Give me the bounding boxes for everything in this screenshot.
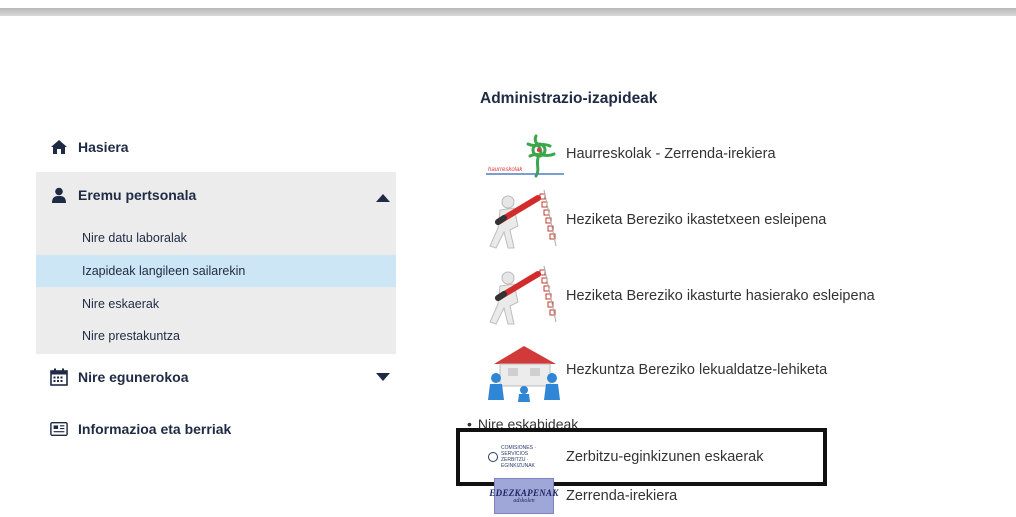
sidebar-item-eremu-pertsonala[interactable]: Eremu pertsonala	[36, 172, 396, 218]
top-bar	[0, 8, 1016, 16]
app-heziketa-ikasturte[interactable]: Heziketa Bereziko ikasturte hasierako es…	[484, 262, 875, 330]
page-title: Administrazio-izapideak	[480, 90, 658, 107]
submenu-item-eskaerak[interactable]: Nire eskaerak	[36, 288, 396, 320]
submenu-eremu-pertsonala: Nire datu laboralak Izapideak langileen …	[36, 218, 396, 354]
submenu-item-izapideak[interactable]: Izapideak langileen sailarekin	[36, 255, 396, 287]
app-heziketa-ikastetxeen[interactable]: Heziketa Bereziko ikastetxeen esleipena	[484, 186, 826, 254]
app-haurreskolak[interactable]: haurreskolak Haurreskolak - Zerrenda-ire…	[484, 130, 776, 178]
haurreskolak-logo-icon: haurreskolak	[484, 130, 564, 178]
figure-with-pencil-icon	[484, 186, 564, 254]
submenu-item-datu-laboralak[interactable]: Nire datu laboralak	[36, 222, 396, 254]
app-label: Haurreskolak - Zerrenda-irekiera	[566, 146, 776, 162]
newspaper-icon	[50, 420, 68, 438]
user-icon	[50, 186, 68, 204]
sidebar-item-label: Nire egunerokoa	[78, 369, 189, 385]
edezkapenak-logo-icon: EDEZKAPENAK adskolen	[484, 478, 564, 514]
chevron-down-icon[interactable]	[376, 373, 390, 381]
sidebar-item-label: Hasiera	[78, 139, 129, 155]
app-label: Heziketa Bereziko ikastetxeen esleipena	[566, 212, 827, 228]
app-label: Heziketa Bereziko ikasturte hasierako es…	[566, 288, 875, 304]
calendar-icon	[50, 368, 68, 386]
figures-carrying-house-icon	[484, 338, 564, 402]
sidebar-item-label: Eremu pertsonala	[78, 187, 197, 203]
figure-with-pencil-icon	[484, 262, 564, 330]
svg-text:haurreskolak: haurreskolak	[488, 167, 523, 173]
request-label: Zerrenda-irekiera	[566, 488, 678, 504]
chevron-up-icon[interactable]	[376, 194, 390, 202]
sidebar-item-hasiera[interactable]: Hasiera	[36, 134, 396, 160]
request-zerrenda-irekiera[interactable]: EDEZKAPENAK adskolen Zerrenda-irekiera	[484, 478, 677, 514]
app-label: Hezkuntza Bereziko lekualdatze-lehiketa	[566, 362, 828, 378]
sidebar-item-informazioa[interactable]: Informazioa eta berriak	[36, 414, 396, 444]
submenu-item-prestakuntza[interactable]: Nire prestakuntza	[36, 320, 396, 352]
app-hezkuntza-lekualdatze[interactable]: Hezkuntza Bereziko lekualdatze-lehiketa	[484, 338, 827, 402]
sidebar-item-nire-egunerokoa[interactable]: Nire egunerokoa	[36, 362, 396, 392]
home-icon	[50, 138, 68, 156]
sidebar-item-label: Informazioa eta berriak	[78, 421, 232, 437]
